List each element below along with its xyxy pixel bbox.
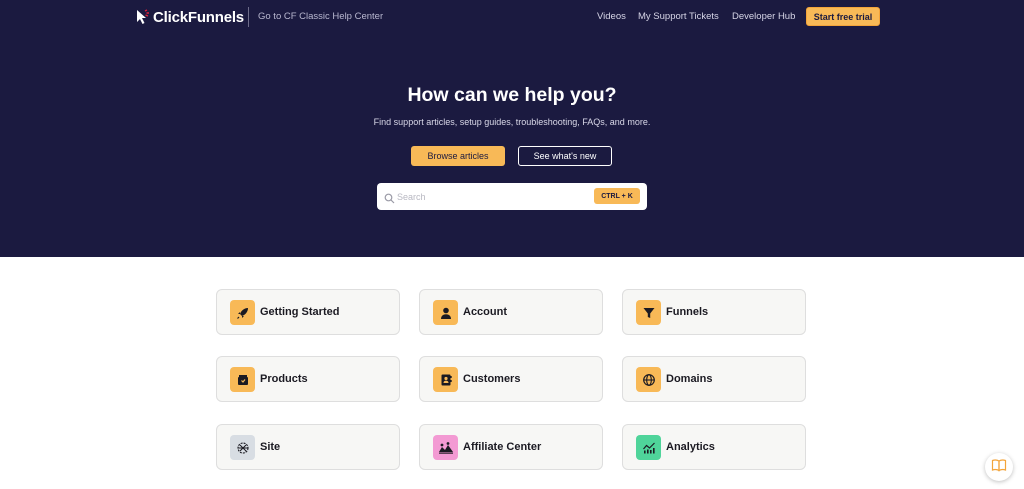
site-globe-icon [230, 435, 255, 460]
category-label: Analytics [666, 441, 715, 453]
category-label: Customers [463, 373, 521, 385]
category-card-domains[interactable]: Domains [622, 356, 806, 402]
clickfunnels-logo[interactable]: ClickFunnels [134, 8, 244, 26]
hero-section [0, 0, 1024, 257]
category-card-affiliate-center[interactable]: Affiliate Center [419, 424, 603, 470]
hero-subtitle: Find support articles, setup guides, tro… [373, 117, 651, 127]
nav-support-tickets-link[interactable]: My Support Tickets [638, 11, 719, 22]
start-free-trial-button[interactable]: Start free trial [806, 7, 880, 26]
open-book-icon [991, 458, 1007, 477]
category-card-funnels[interactable]: Funnels [622, 289, 806, 335]
category-label: Account [463, 306, 507, 318]
category-card-products[interactable]: Products [216, 356, 400, 402]
category-card-customers[interactable]: Customers [419, 356, 603, 402]
contact-book-icon [433, 367, 458, 392]
category-label: Site [260, 441, 281, 453]
category-card-account[interactable]: Account [419, 289, 603, 335]
nav-videos-link[interactable]: Videos [597, 11, 626, 22]
browse-articles-button[interactable]: Browse articles [411, 146, 505, 166]
analytics-chart-icon [636, 435, 661, 460]
rocket-icon [230, 300, 255, 325]
header-divider [248, 7, 249, 27]
top-navigation: ClickFunnels Go to CF Classic Help Cente… [0, 0, 1024, 34]
category-label: Products [260, 373, 308, 385]
help-widget-button[interactable] [985, 453, 1013, 481]
classic-help-center-link[interactable]: Go to CF Classic Help Center [258, 11, 383, 22]
search-input[interactable] [397, 187, 587, 206]
page-title: How can we help you? [407, 84, 617, 106]
keyboard-shortcut-badge: CTRL + K [594, 188, 640, 204]
category-label: Domains [666, 373, 713, 385]
logo-wordmark: ClickFunnels [153, 8, 244, 26]
category-card-getting-started[interactable]: Getting Started [216, 289, 400, 335]
product-box-icon [230, 367, 255, 392]
funnel-icon [636, 300, 661, 325]
affiliate-group-icon [433, 435, 458, 460]
clickfunnels-cursor-icon [134, 9, 150, 25]
category-label: Funnels [666, 306, 709, 318]
category-label: Getting Started [260, 306, 340, 318]
globe-icon [636, 367, 661, 392]
user-icon [433, 300, 458, 325]
category-card-analytics[interactable]: Analytics [622, 424, 806, 470]
nav-developer-hub-link[interactable]: Developer Hub [732, 11, 795, 22]
search-icon [384, 191, 395, 204]
category-label: Affiliate Center [463, 441, 542, 453]
category-card-site[interactable]: Site [216, 424, 400, 470]
see-whats-new-button[interactable]: See what's new [518, 146, 612, 166]
